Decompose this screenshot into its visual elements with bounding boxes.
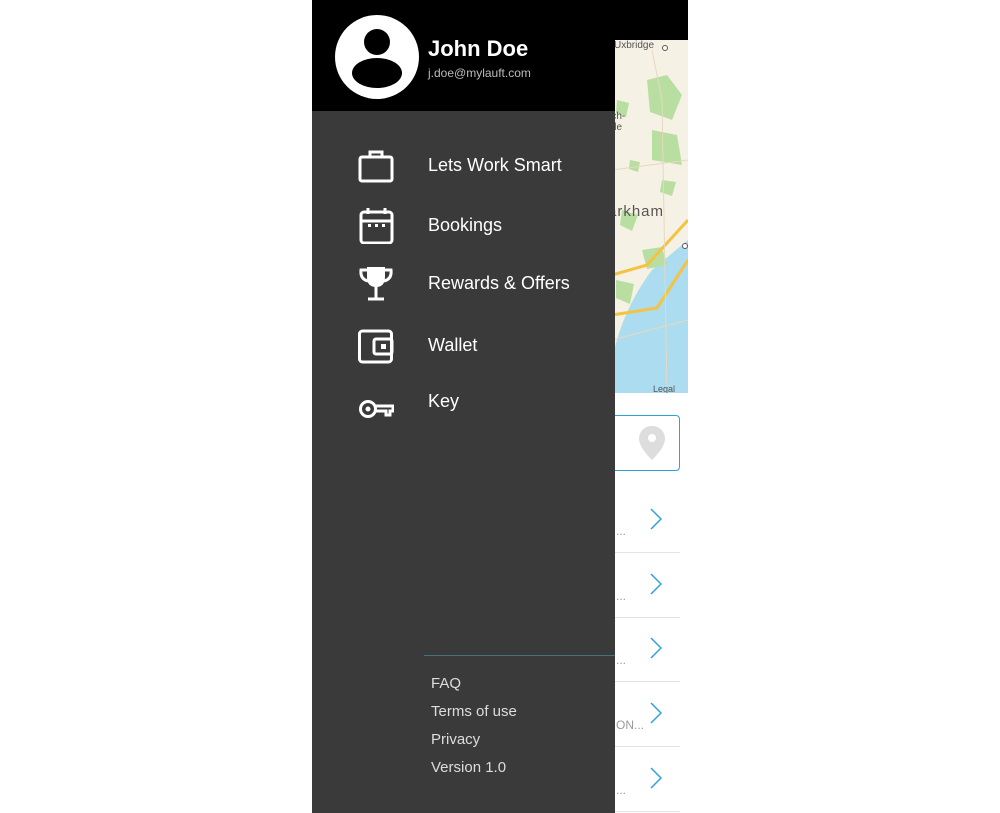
- avatar[interactable]: [335, 15, 419, 99]
- user-email: j.doe@mylauft.com: [428, 66, 531, 80]
- chevron-right-icon: [650, 702, 662, 724]
- list-item-text: ...: [616, 524, 627, 538]
- list-item-text: ON...: [616, 718, 645, 732]
- terms-of-use-link[interactable]: Terms of use: [431, 703, 517, 720]
- wallet-icon: [358, 329, 394, 364]
- version-label: Version 1.0: [431, 759, 507, 776]
- menu-item-key[interactable]: Key: [312, 376, 615, 426]
- menu-item-bookings[interactable]: Bookings: [312, 200, 615, 250]
- menu-item-rewards-offers[interactable]: Rewards & Offers: [312, 258, 615, 308]
- faq-link[interactable]: FAQ: [431, 675, 461, 692]
- key-icon: [359, 400, 394, 418]
- drawer-header[interactable]: John Doe j.doe@mylauft.com: [312, 0, 615, 111]
- chevron-right-icon: [650, 767, 662, 789]
- chevron-right-icon: [650, 637, 662, 659]
- user-name: John Doe: [428, 36, 529, 61]
- divider: [424, 655, 615, 656]
- map-label-markham: arkham: [608, 203, 664, 220]
- chevron-right-icon: [650, 508, 662, 530]
- menu-item-label: Wallet: [428, 335, 478, 355]
- navigation-drawer: John Doe j.doe@mylauft.com Lets Work Sma…: [312, 0, 615, 813]
- menu-item-label: Lets Work Smart: [428, 155, 562, 175]
- list-item-text: ...: [616, 653, 627, 667]
- user-icon: [352, 29, 402, 88]
- menu-item-label: Key: [428, 391, 460, 411]
- list-item-text: ...: [616, 589, 627, 603]
- list-item-text: ...: [616, 783, 627, 797]
- map-label-uxbridge: Uxbridge: [614, 40, 654, 51]
- privacy-link[interactable]: Privacy: [431, 731, 480, 748]
- briefcase-icon: [358, 150, 394, 183]
- map-legal-link[interactable]: Legal: [653, 384, 675, 393]
- location-pin-icon: [639, 426, 665, 460]
- menu-item-label: Rewards & Offers: [428, 273, 570, 293]
- menu-item-wallet[interactable]: Wallet: [312, 320, 615, 370]
- calendar-icon: [359, 208, 394, 244]
- menu-item-label: Bookings: [428, 215, 503, 235]
- chevron-right-icon: [650, 573, 662, 595]
- trophy-icon: [359, 267, 393, 301]
- menu-item-lets-work-smart[interactable]: Lets Work Smart: [312, 140, 615, 190]
